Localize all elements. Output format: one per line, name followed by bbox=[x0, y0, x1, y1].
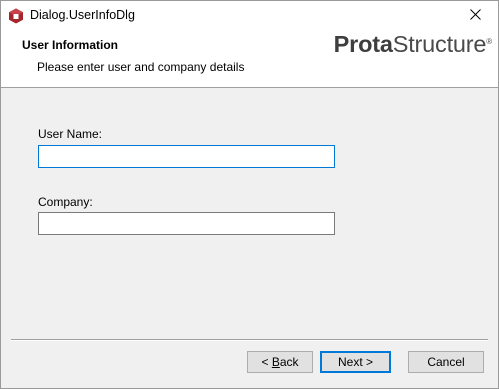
close-button[interactable] bbox=[452, 1, 498, 31]
company-label: Company: bbox=[38, 195, 93, 209]
next-button[interactable]: Next > bbox=[320, 351, 391, 373]
company-input[interactable] bbox=[38, 212, 335, 235]
back-button-mnemonic: B bbox=[271, 355, 280, 369]
cancel-button-label: Cancel bbox=[427, 355, 465, 369]
user-name-input[interactable] bbox=[38, 145, 335, 168]
cancel-button[interactable]: Cancel bbox=[408, 351, 484, 373]
page-subtitle: Please enter user and company details bbox=[37, 60, 245, 74]
close-icon bbox=[469, 9, 481, 23]
logo-text: Structure bbox=[392, 31, 487, 57]
back-button-prefix: < bbox=[261, 355, 272, 369]
user-name-label: User Name: bbox=[38, 127, 103, 141]
app-icon bbox=[8, 8, 24, 24]
registered-mark: ® bbox=[486, 37, 492, 46]
user-info-dialog: Dialog.UserInfoDlg User Information Plea… bbox=[0, 0, 499, 389]
page-title: User Information bbox=[22, 38, 119, 52]
back-button[interactable]: < Back bbox=[247, 351, 313, 373]
wizard-header: User Information Please enter user and c… bbox=[1, 31, 498, 88]
window-title: Dialog.UserInfoDlg bbox=[30, 8, 135, 22]
logo-bold-text: Prota bbox=[333, 31, 393, 57]
title-bar[interactable]: Dialog.UserInfoDlg bbox=[1, 1, 498, 31]
protastructure-logo: ProtaStructure® bbox=[333, 31, 493, 58]
button-separator bbox=[11, 339, 488, 341]
back-button-rest: ack bbox=[279, 355, 299, 369]
next-button-label: Next > bbox=[337, 355, 373, 369]
